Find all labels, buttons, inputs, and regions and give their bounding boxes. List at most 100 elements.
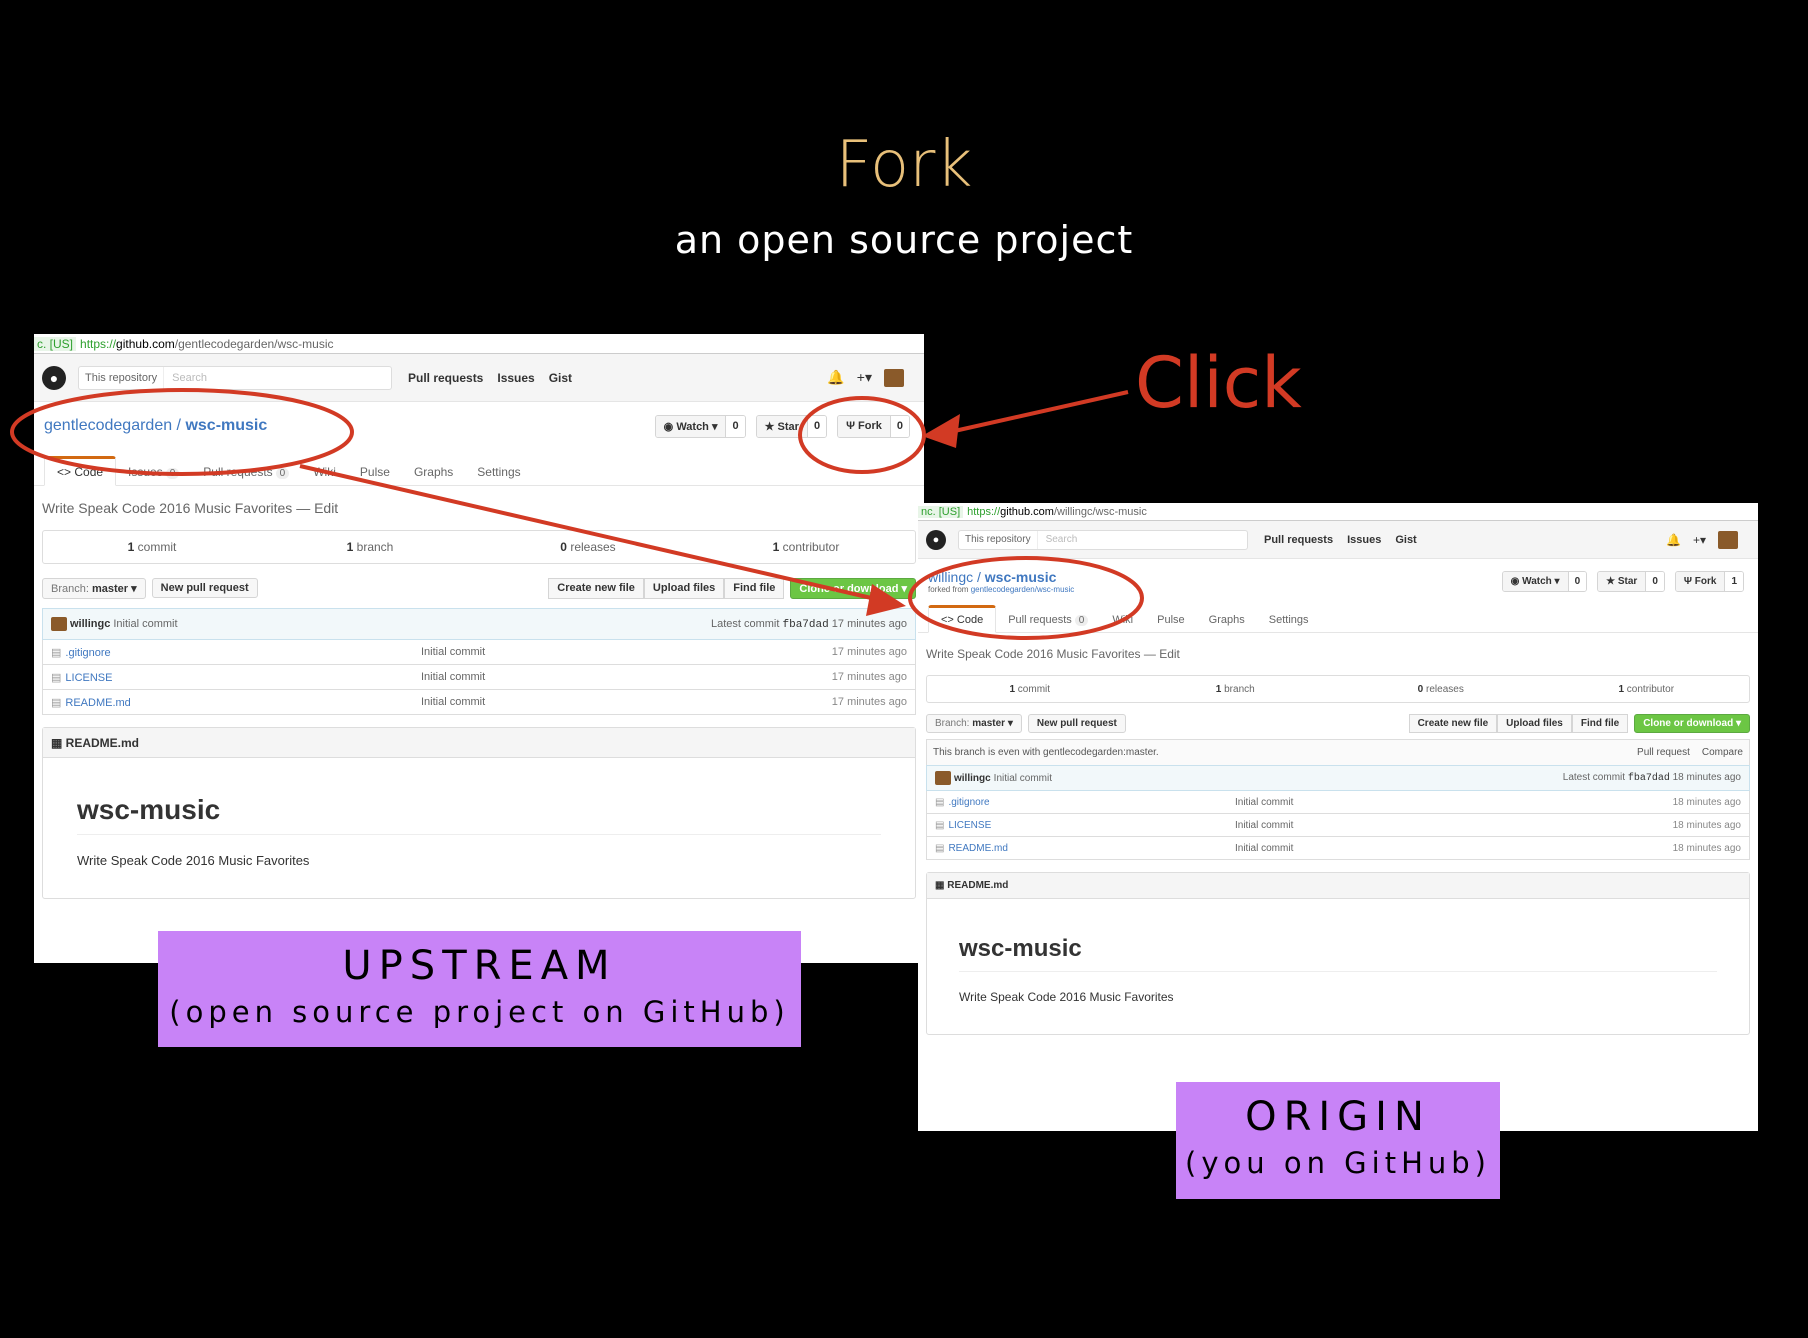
file-commit-message[interactable]: Initial commit [421,646,832,658]
latest-commit-bar: willingc Initial commit Latest commit fb… [42,608,916,640]
new-pull-request-button[interactable]: New pull request [1027,713,1126,733]
commits-count[interactable]: 1 commit [43,540,261,554]
contributors-count[interactable]: 1 contributor [1544,684,1750,695]
commits-count[interactable]: 1 commit [927,684,1133,695]
commit-sha[interactable]: fba7dad [783,619,829,631]
branch-select[interactable]: Branch: master ▾ [926,713,1022,733]
file-name-cell[interactable]: ▤ LICENSE [51,671,421,684]
create-new-file-button[interactable]: Create new file [1408,713,1498,733]
avatar[interactable] [51,617,67,631]
contributors-count[interactable]: 1 contributor [697,540,915,554]
bell-icon[interactable]: 🔔 [1666,533,1681,547]
star-button[interactable]: ★ Star 0 [1597,570,1665,592]
file-commit-message[interactable]: Initial commit [421,671,832,683]
clone-download-button[interactable]: Clone or download ▾ [1634,713,1750,733]
url-host: github.com [116,336,175,351]
branches-count[interactable]: 1 branch [261,540,479,554]
latest-commit-label: Latest commit [1562,772,1626,783]
github-logo-icon[interactable]: ● [926,529,946,550]
commits-num: 1 [1009,683,1016,695]
tab-pulse[interactable]: Pulse [1145,608,1197,632]
tab-settings[interactable]: Settings [465,459,532,485]
commit-sha[interactable]: fba7dad [1628,773,1670,784]
tab-pull-requests[interactable]: Pull requests 0 [996,608,1100,632]
branches-num: 1 [346,540,354,554]
tab-pull-requests[interactable]: Pull requests 0 [191,459,301,485]
search-input[interactable]: This repository Search [78,365,392,390]
file-name-cell[interactable]: ▤ .gitignore [51,646,421,659]
new-pull-request-button[interactable]: New pull request [151,578,258,598]
upload-files-button[interactable]: Upload files [643,577,725,599]
url-host: github.com [1000,505,1054,518]
tab-issues[interactable]: Issues 0 [116,459,191,485]
file-commit-message[interactable]: Initial commit [421,696,832,708]
repo-name[interactable]: wsc-music [985,569,1057,585]
bell-icon[interactable]: 🔔 [827,369,844,386]
commit-message[interactable]: Initial commit [113,618,177,630]
tab-graphs[interactable]: Graphs [1197,608,1257,632]
tab-pulse[interactable]: Pulse [348,459,402,485]
file-commit-message[interactable]: Initial commit [1235,797,1673,808]
branch-select[interactable]: Branch: master ▾ [42,577,146,599]
plus-icon[interactable]: +▾ [857,369,872,386]
tab-wiki[interactable]: Wiki [301,459,348,485]
nav-issues[interactable]: Issues [1347,534,1381,546]
tab-code[interactable]: <> Code [44,456,117,486]
branches-count[interactable]: 1 branch [1133,684,1339,695]
repo-title[interactable]: willingc / wsc-music forked from gentlec… [928,569,1074,594]
create-new-file-button[interactable]: Create new file [548,577,644,599]
nav-pull-requests[interactable]: Pull requests [408,371,483,385]
file-name-cell[interactable]: ▤ README.md [51,696,421,709]
branch-name: master ▾ [91,582,137,595]
repo-sep: / [973,568,985,585]
releases-label: releases [570,540,616,554]
pull-request-link[interactable]: Pull request [1637,747,1690,758]
clone-download-button[interactable]: Clone or download ▾ [790,577,916,599]
nav-issues[interactable]: Issues [497,371,534,385]
nav-gist[interactable]: Gist [549,371,572,385]
avatar[interactable] [935,771,951,785]
watch-button[interactable]: ◉ Watch ▾ 0 [654,414,746,438]
repo-owner[interactable]: willingc [928,569,973,585]
forked-from-link[interactable]: gentlecodegarden/wsc-music [971,585,1075,594]
file-commit-message[interactable]: Initial commit [1235,820,1673,831]
repo-title[interactable]: gentlecodegarden / wsc-music [44,417,267,435]
address-bar[interactable]: nc. [US] https:// github.com /willingc/w… [918,503,1758,521]
avatar[interactable] [884,368,904,387]
github-logo-icon[interactable]: ● [42,365,66,390]
address-bar[interactable]: c. [US] https:// github.com /gentlecodeg… [34,334,924,354]
repo-owner[interactable]: gentlecodegarden [44,417,172,434]
compare-link[interactable]: Compare [1702,747,1743,758]
fork-button[interactable]: Ψ Fork 0 [837,414,910,438]
releases-count[interactable]: 0 releases [479,540,697,554]
commit-message[interactable]: Initial commit [994,773,1052,784]
plus-icon[interactable]: +▾ [1693,533,1706,547]
tab-graphs[interactable]: Graphs [402,459,465,485]
tab-settings[interactable]: Settings [1257,608,1321,632]
nav-gist[interactable]: Gist [1395,534,1416,546]
tab-wiki[interactable]: Wiki [1100,608,1145,632]
contributors-num: 1 [1618,683,1625,695]
file-name-cell[interactable]: ▤ LICENSE [935,820,1235,831]
avatar[interactable] [1718,530,1738,549]
file-name: README.md [948,842,1008,854]
watch-button[interactable]: ◉ Watch ▾ 0 [1501,570,1588,592]
find-file-button[interactable]: Find file [724,577,785,599]
file-name-cell[interactable]: ▤ .gitignore [935,797,1235,808]
find-file-button[interactable]: Find file [1571,713,1629,733]
commit-author[interactable]: willingc [954,773,991,784]
file-age: 18 minutes ago [1672,819,1741,831]
repo-name[interactable]: wsc-music [185,417,267,434]
tab-code[interactable]: <> Code [928,605,997,633]
origin-label-subtitle: (you on GitHub) [1185,1146,1491,1180]
table-row: ▤ README.md Initial commit 18 minutes ago [926,837,1750,860]
star-button[interactable]: ★ Star 0 [755,414,828,438]
upload-files-button[interactable]: Upload files [1497,713,1572,733]
search-input[interactable]: This repository Search [958,529,1248,550]
releases-count[interactable]: 0 releases [1338,684,1544,695]
commit-author[interactable]: willingc [70,618,110,630]
fork-button[interactable]: Ψ Fork 1 [1674,570,1744,592]
nav-pull-requests[interactable]: Pull requests [1264,534,1333,546]
file-name-cell[interactable]: ▤ README.md [935,843,1235,854]
file-commit-message[interactable]: Initial commit [1235,843,1673,854]
